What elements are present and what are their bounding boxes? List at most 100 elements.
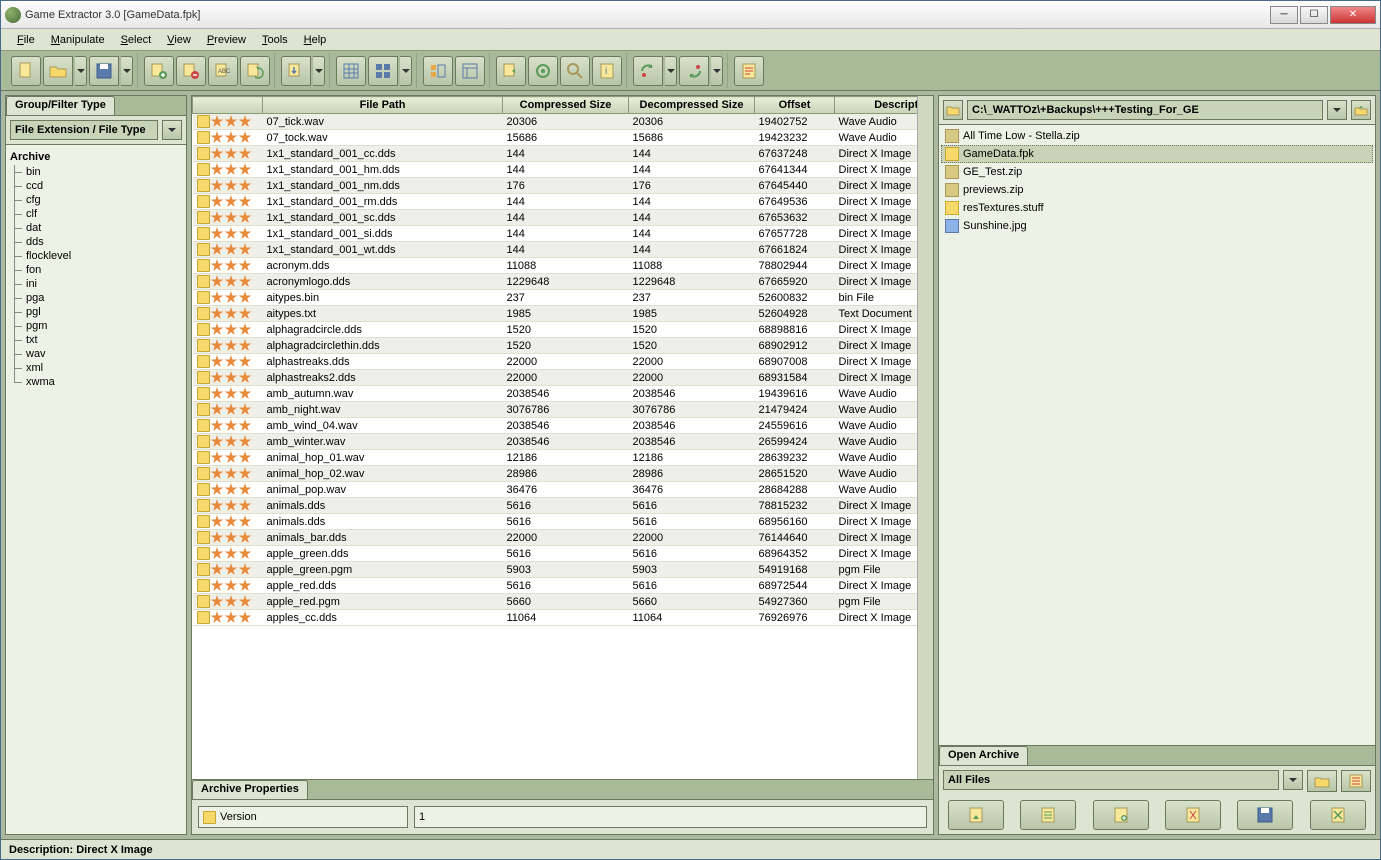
action-3[interactable] (1093, 800, 1149, 830)
table-row[interactable]: 1x1_standard_001_cc.dds14414467637248Dir… (193, 146, 918, 162)
convert-in-button[interactable] (633, 56, 663, 86)
table-row[interactable]: acronym.dds110881108878802944Direct X Im… (193, 258, 918, 274)
extract-button[interactable] (281, 56, 311, 86)
save-dropdown[interactable] (121, 56, 133, 86)
filter-combo[interactable]: File Extension / File Type (10, 120, 158, 140)
file-filter-dropdown[interactable] (1283, 770, 1303, 790)
tree-item[interactable]: pgm (10, 319, 182, 333)
table-row[interactable]: animals_bar.dds220002200076144640Direct … (193, 530, 918, 546)
col-description[interactable]: Description (835, 97, 918, 114)
menu-preview[interactable]: Preview (199, 32, 254, 48)
table-row[interactable]: apple_red.dds5616561668972544Direct X Im… (193, 578, 918, 594)
script-button[interactable] (734, 56, 764, 86)
action-4[interactable] (1165, 800, 1221, 830)
extract-dropdown[interactable] (313, 56, 325, 86)
file-table-scroll[interactable]: File Path Compressed Size Decompressed S… (192, 96, 917, 779)
browser-item[interactable]: GameData.fpk (941, 145, 1373, 163)
table-row[interactable]: alphagradcircle.dds1520152068898816Direc… (193, 322, 918, 338)
table-row[interactable]: alphastreaks2.dds220002200068931584Direc… (193, 370, 918, 386)
tree-item[interactable]: txt (10, 333, 182, 347)
add-file-button[interactable] (144, 56, 174, 86)
tree-item[interactable]: ccd (10, 179, 182, 193)
search-button[interactable] (560, 56, 590, 86)
col-offset[interactable]: Offset (755, 97, 835, 114)
thumb-view-button[interactable] (368, 56, 398, 86)
group-view-button[interactable] (423, 56, 453, 86)
browser-item[interactable]: GE_Test.zip (941, 163, 1373, 181)
col-compressed[interactable]: Compressed Size (503, 97, 629, 114)
open-button[interactable] (43, 56, 73, 86)
table-row[interactable]: amb_autumn.wav2038546203854619439616Wave… (193, 386, 918, 402)
menu-manipulate[interactable]: Manipulate (43, 32, 113, 48)
table-row[interactable]: 1x1_standard_001_wt.dds14414467661824Dir… (193, 242, 918, 258)
tree-root[interactable]: Archive (10, 149, 182, 165)
tree-item[interactable]: dds (10, 235, 182, 249)
replace-file-button[interactable] (240, 56, 270, 86)
maximize-button[interactable]: ☐ (1300, 6, 1328, 24)
table-row[interactable]: amb_winter.wav2038546203854626599424Wave… (193, 434, 918, 450)
menu-select[interactable]: Select (113, 32, 160, 48)
file-browser[interactable]: All Time Low - Stella.zipGameData.fpkGE_… (939, 125, 1375, 745)
rename-file-button[interactable]: ABC (208, 56, 238, 86)
table-row[interactable]: aitypes.txt1985198552604928Text Document (193, 306, 918, 322)
table-row[interactable]: amb_night.wav3076786307678621479424Wave … (193, 402, 918, 418)
tree-item[interactable]: fon (10, 263, 182, 277)
menu-view[interactable]: View (159, 32, 199, 48)
tree-item[interactable]: dat (10, 221, 182, 235)
info-button[interactable]: i (592, 56, 622, 86)
open-archive-tab[interactable]: Open Archive (939, 746, 1028, 765)
table-row[interactable]: apple_red.pgm5660566054927360pgm File (193, 594, 918, 610)
scan-button[interactable] (1341, 770, 1371, 792)
filter-dropdown[interactable] (162, 120, 182, 140)
close-button[interactable]: ✕ (1330, 6, 1376, 24)
tree-item[interactable]: pgl (10, 305, 182, 319)
browser-item[interactable]: All Time Low - Stella.zip (941, 127, 1373, 145)
browser-item[interactable]: Sunshine.jpg (941, 217, 1373, 235)
tree-item[interactable]: bin (10, 165, 182, 179)
prop-value[interactable]: 1 (414, 806, 927, 828)
table-row[interactable]: aitypes.bin23723752600832bin File (193, 290, 918, 306)
tree-item[interactable]: clf (10, 207, 182, 221)
up-folder-button[interactable] (1351, 100, 1371, 120)
refresh-button[interactable] (496, 56, 526, 86)
table-row[interactable]: 1x1_standard_001_sc.dds14414467653632Dir… (193, 210, 918, 226)
table-row[interactable]: apple_green.dds5616561668964352Direct X … (193, 546, 918, 562)
action-2[interactable] (1020, 800, 1076, 830)
tree-item[interactable]: xml (10, 361, 182, 375)
menu-help[interactable]: Help (296, 32, 335, 48)
browser-item[interactable]: previews.zip (941, 181, 1373, 199)
tree-item[interactable]: ini (10, 277, 182, 291)
filter-tab[interactable]: Group/Filter Type (6, 96, 115, 115)
table-row[interactable]: animal_pop.wav364763647628684288Wave Aud… (193, 482, 918, 498)
table-row[interactable]: 1x1_standard_001_rm.dds14414467649536Dir… (193, 194, 918, 210)
action-5[interactable] (1237, 800, 1293, 830)
menu-tools[interactable]: Tools (254, 32, 296, 48)
col-decompressed[interactable]: Decompressed Size (629, 97, 755, 114)
table-row[interactable]: amb_wind_04.wav2038546203854624559616Wav… (193, 418, 918, 434)
open-selected-button[interactable] (1307, 770, 1337, 792)
file-filter-combo[interactable]: All Files (943, 770, 1279, 790)
table-row[interactable]: 07_tock.wav156861568619423232Wave Audio (193, 130, 918, 146)
action-6[interactable] (1310, 800, 1366, 830)
browser-item[interactable]: resTextures.stuff (941, 199, 1373, 217)
col-filepath[interactable]: File Path (263, 97, 503, 114)
table-row[interactable]: animals.dds5616561668956160Direct X Imag… (193, 514, 918, 530)
settings-button[interactable] (528, 56, 558, 86)
path-combo[interactable]: C:\_WATTOz\+Backups\+++Testing_For_GE (967, 100, 1323, 120)
table-view-button[interactable] (336, 56, 366, 86)
thumb-dropdown[interactable] (400, 56, 412, 86)
table-row[interactable]: apples_cc.dds110641106476926976Direct X … (193, 610, 918, 626)
tree-item[interactable]: wav (10, 347, 182, 361)
table-row[interactable]: animals.dds5616561678815232Direct X Imag… (193, 498, 918, 514)
col-icons[interactable] (193, 97, 263, 114)
convert-out-dropdown[interactable] (711, 56, 723, 86)
tree-item[interactable]: cfg (10, 193, 182, 207)
tree-item[interactable]: flocklevel (10, 249, 182, 263)
tree-item[interactable]: xwma (10, 375, 182, 389)
convert-out-button[interactable] (679, 56, 709, 86)
table-row[interactable]: animal_hop_01.wav121861218628639232Wave … (193, 450, 918, 466)
table-row[interactable]: apple_green.pgm5903590354919168pgm File (193, 562, 918, 578)
archive-props-tab[interactable]: Archive Properties (192, 780, 308, 799)
table-row[interactable]: 07_tick.wav203062030619402752Wave Audio (193, 114, 918, 130)
save-button[interactable] (89, 56, 119, 86)
